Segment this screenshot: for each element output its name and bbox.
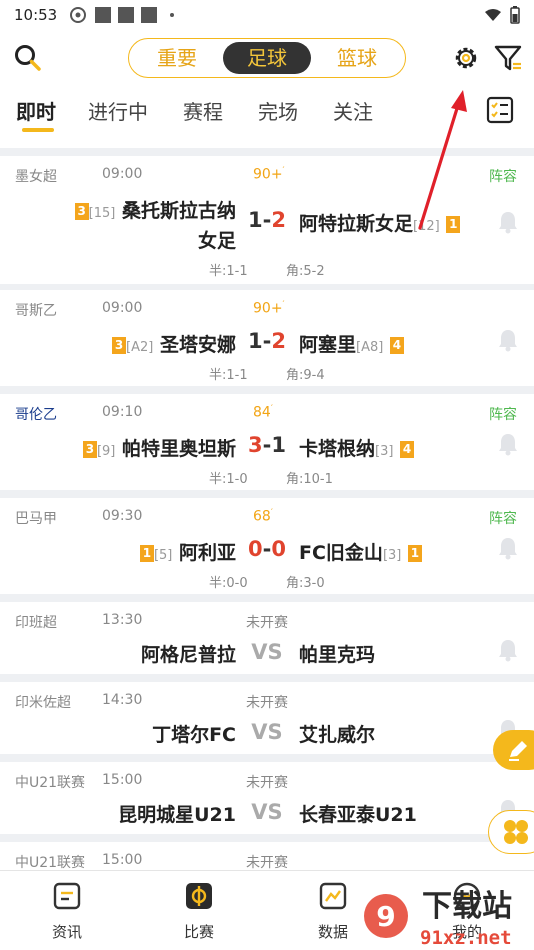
grid-icon <box>504 820 528 844</box>
watermark-logo: 9 下载站 91xz.net <box>364 889 512 949</box>
edit-fab[interactable] <box>493 730 534 770</box>
nav-matches[interactable]: 比赛 <box>154 881 244 942</box>
annotation-arrow <box>418 90 467 230</box>
nav-label: 比赛 <box>183 923 214 941</box>
watermark-sub: 91xz.net <box>420 927 512 949</box>
nav-news[interactable]: 资讯 <box>22 881 112 942</box>
nav-label: 资讯 <box>51 923 82 941</box>
pencil-icon <box>509 741 527 761</box>
match-icon <box>186 883 212 909</box>
watermark-main: 下载站 <box>422 889 512 924</box>
svg-text:9: 9 <box>376 900 395 933</box>
quick-menu-fab[interactable] <box>488 810 534 854</box>
data-chart-icon <box>319 882 347 910</box>
news-icon <box>53 882 81 910</box>
